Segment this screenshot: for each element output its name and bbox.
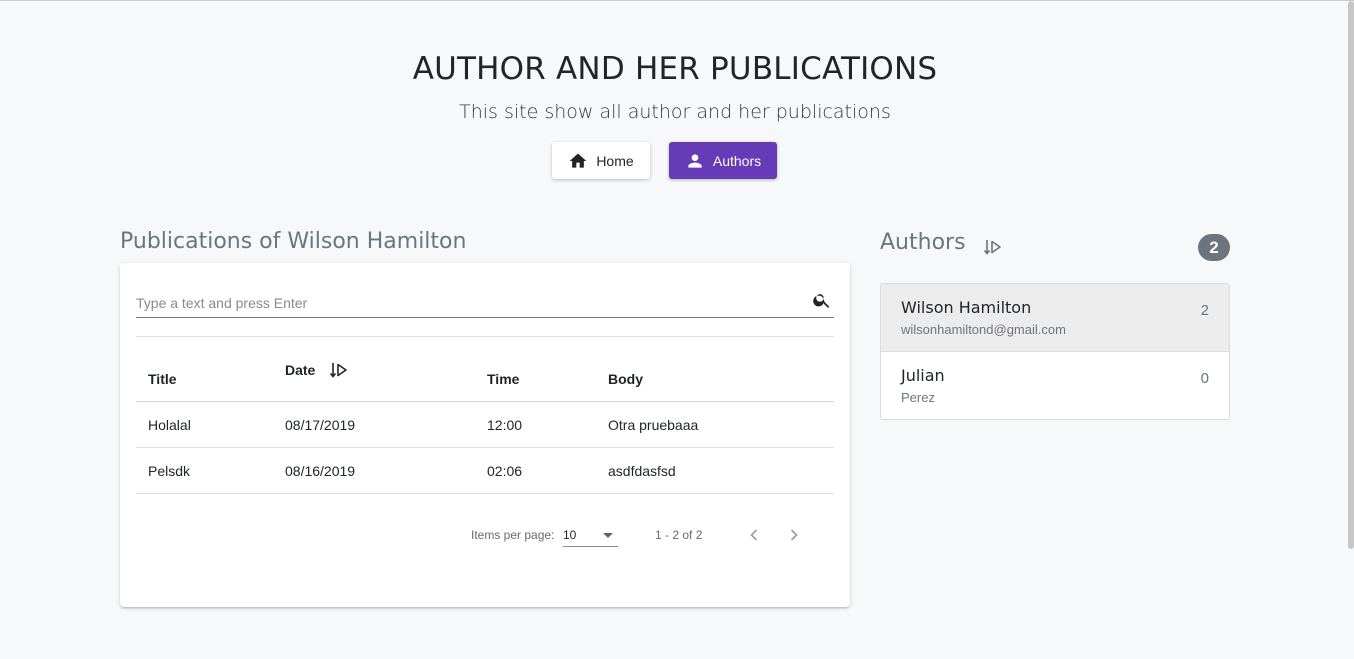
cell-date: 08/16/2019: [285, 463, 356, 479]
cell-time: 02:06: [487, 463, 523, 479]
chevron-left-icon[interactable]: [744, 525, 764, 545]
items-per-page-select[interactable]: 10: [563, 525, 618, 547]
page-title: AUTHOR AND HER PUBLICATIONS: [412, 51, 938, 87]
author-publication-count: 2: [1200, 302, 1209, 319]
author-name: Julian: [901, 366, 945, 385]
sort-icon[interactable]: [329, 360, 349, 380]
cell-date: 08/17/2019: [285, 417, 356, 433]
cell-title: Pelsdk: [148, 463, 191, 479]
author-item[interactable]: Julian Perez 0: [881, 352, 1229, 419]
page-range-label: 1 - 2 of 2: [655, 528, 703, 542]
search-input[interactable]: [136, 293, 796, 313]
authors-button-label: Authors: [712, 152, 762, 169]
paginator: Items per page: 10 1 - 2 of 2: [120, 525, 850, 547]
dropdown-caret-icon: [603, 533, 613, 538]
publications-card: Title Date Time Body Holalal 08/17/2019 …: [120, 263, 850, 607]
cell-time: 12:00: [487, 417, 523, 433]
chevron-right-icon[interactable]: [784, 525, 804, 545]
items-per-page-label: Items per page:: [471, 528, 555, 542]
author-publication-count: 0: [1200, 370, 1209, 387]
sort-icon[interactable]: [983, 237, 1003, 257]
column-header-title[interactable]: Title: [148, 371, 177, 387]
search-field: [136, 285, 834, 318]
table-header: Title Date Time Body: [136, 337, 834, 402]
publications-title: Publications of Wilson Hamilton: [120, 229, 467, 254]
cell-title: Holalal: [148, 417, 191, 433]
cell-body: asdfdasfsd: [608, 463, 676, 479]
author-item[interactable]: Wilson Hamilton wilsonhamiltond@gmail.co…: [881, 284, 1229, 352]
column-header-date[interactable]: Date: [285, 362, 315, 378]
author-name: Wilson Hamilton: [901, 298, 1032, 317]
items-per-page-value: 10: [563, 528, 577, 542]
authors-count-badge: 2: [1198, 234, 1230, 261]
home-button-label: Home: [596, 152, 634, 169]
table-row[interactable]: Holalal 08/17/2019 12:00 Otra pruebaaa: [136, 402, 834, 448]
cell-body: Otra pruebaaa: [608, 417, 699, 433]
author-lastname: Perez: [901, 390, 935, 405]
column-header-time[interactable]: Time: [487, 371, 519, 387]
author-email: wilsonhamiltond@gmail.com: [901, 322, 1066, 337]
authors-title: Authors: [880, 230, 966, 255]
page-subtitle: This site show all author and her public…: [459, 101, 891, 123]
home-icon: [569, 153, 587, 168]
home-button[interactable]: Home: [552, 142, 650, 179]
column-header-body[interactable]: Body: [608, 371, 643, 387]
search-icon[interactable]: [812, 290, 832, 310]
author-list: Wilson Hamilton wilsonhamiltond@gmail.co…: [880, 283, 1230, 420]
person-icon: [688, 153, 702, 168]
table-row[interactable]: Pelsdk 08/16/2019 02:06 asdfdasfsd: [136, 448, 834, 494]
authors-button[interactable]: Authors: [669, 142, 777, 179]
publications-table: Title Date Time Body Holalal 08/17/2019 …: [136, 337, 834, 494]
